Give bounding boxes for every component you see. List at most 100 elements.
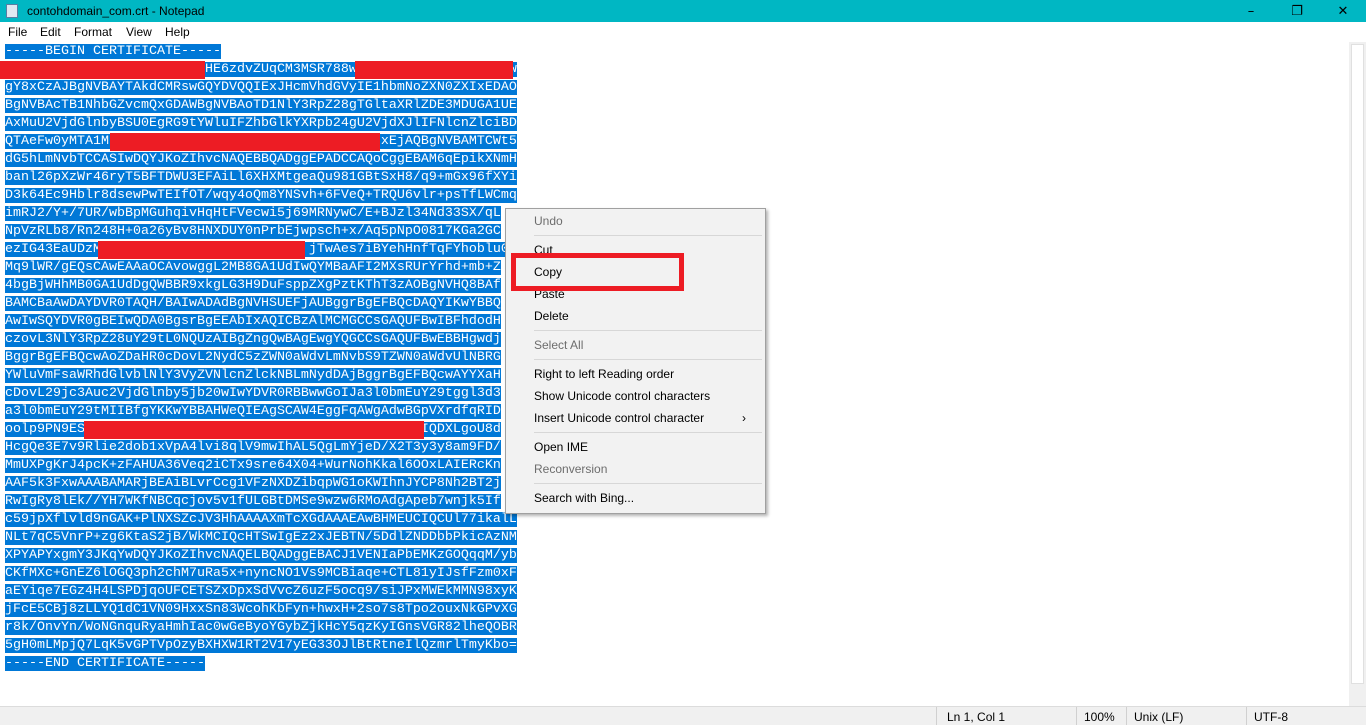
title-bar: contohdomain_com.crt - Notepad – ❐ ✕	[0, 0, 1366, 22]
status-divider	[936, 707, 937, 725]
divider	[534, 359, 762, 360]
selected-text: BgNVBAcTB1NhbGZvcmQxGDAWBgNVBAoTD1NlY3Rp…	[5, 98, 517, 113]
status-divider	[1076, 707, 1077, 725]
selected-text: BAMCBaAwDAYDVR0TAQH/BAIwADAdBgNVHSUEFjAU…	[5, 296, 501, 311]
text-line: BggrBgEFBQcwAoZDaHR0cDovL2NydC5zZWN0aWdv…	[5, 349, 501, 367]
text-line: cDovL29jc3Auc2VjdGlnby5jb20wIwYDVR0RBBww…	[5, 385, 501, 403]
selected-text: banl26pXzWr46ryT5BFTDWU3EFAiLl6XHXMtgeaQ…	[5, 170, 517, 185]
text-line: NLt7qC5VnrP+zg6KtaS2jB/WkMCIQcHTSwIgEz2x…	[5, 529, 517, 547]
menu-item-search-bing[interactable]: Search with Bing...	[534, 488, 634, 508]
selected-text: imRJ2/Y+/7UR/wbBpMGuhqivHqHtFVecwi5j69MR…	[5, 206, 501, 221]
text-line: r8k/OnvYn/WoNGnquRyaHmhIac0wGeByoYGybZjk…	[5, 619, 517, 637]
menu-item-show-unicode[interactable]: Show Unicode control characters	[534, 386, 710, 406]
text-line: 5gH0mLMpjQ7LqK5vGPTVpOzyBXHXW1RT2V17yEG3…	[5, 637, 517, 655]
text-line: a3l0bmEuY29tMIIBfgYKKwYBBAHWeQIEAgSCAW4E…	[5, 403, 501, 421]
menu-item-select-all[interactable]: Select All	[534, 335, 583, 355]
text-line: dG5hLmNvbTCCASIwDQYJKoZIhvcNAQEBBQADggEP…	[5, 151, 517, 169]
text-line: czovL3NlY3RpZ28uY29tL0NQUzAIBgZngQwBAgEw…	[5, 331, 501, 349]
menu-item-label: Insert Unicode control character	[534, 411, 705, 425]
selected-text: aEYiqe7EGz4H4LSPDjqoUFCETSZxDpxSdVvcZ6uz…	[5, 584, 517, 599]
status-divider	[1246, 707, 1247, 725]
text-line: BAMCBaAwDAYDVR0TAQH/BAIwADAdBgNVHSUEFjAU…	[5, 295, 501, 313]
text-line: 4bgBjWHhMB0GA1UdDgQWBBR9xkgLG3H9DuFsppZX…	[5, 277, 501, 295]
menu-help[interactable]: Help	[165, 25, 190, 39]
text-line: BgNVBAcTB1NhbGZvcmQxGDAWBgNVBAoTD1NlY3Rp…	[5, 97, 517, 115]
selected-text: BggrBgEFBQcwAoZDaHR0cDovL2NydC5zZWN0aWdv…	[5, 350, 501, 365]
maximize-button[interactable]: ❐	[1274, 0, 1320, 22]
cursor-position: Ln 1, Col 1	[947, 710, 1006, 724]
window-title: contohdomain_com.crt - Notepad	[27, 4, 205, 18]
menu-item-undo[interactable]: Undo	[534, 211, 563, 231]
selected-text: CKfMXc+GnEZ6lOGQ3ph2chM7uRa5x+nyncNO1Vs9…	[5, 566, 517, 581]
selected-text: RwIgRy8lEk//YH7WKfNBCqcjov5v1fULGBtDMSe9…	[5, 494, 501, 509]
selected-text: -----BEGIN CERTIFICATE-----	[5, 44, 221, 59]
divider	[534, 330, 762, 331]
selected-text: a3l0bmEuY29tMIIBfgYKKwYBBAHWeQIEAgSCAW4E…	[5, 404, 501, 419]
selected-text: AAF5k3FxwAAABAMARjBEAiBLvrCcg1VFzNXDZibq…	[5, 476, 501, 491]
encoding: UTF-8	[1254, 710, 1288, 724]
menu-item-reconversion[interactable]: Reconversion	[534, 459, 607, 479]
copy-highlight-annotation	[511, 253, 684, 291]
text-line: CKfMXc+GnEZ6lOGQ3ph2chM7uRa5x+nyncNO1Vs9…	[5, 565, 517, 583]
menu-item-insert-unicode[interactable]: Insert Unicode control character ›	[534, 408, 756, 428]
text-line: NpVzRLb8/Rn248H+0a26yBv8HNXDUY0nPrbEjwps…	[5, 223, 501, 241]
menu-item-open-ime[interactable]: Open IME	[534, 437, 588, 457]
menu-item-delete[interactable]: Delete	[534, 306, 569, 326]
redaction-bar	[84, 421, 424, 439]
selected-text: cDovL29jc3Auc2VjdGlnby5jb20wIwYDVR0RBBww…	[5, 386, 501, 401]
selected-text: XPYAPYxgmY3JKqYwDQYJKoZIhvcNAQELBQADggEB…	[5, 548, 517, 563]
selected-text: -----END CERTIFICATE-----	[5, 656, 205, 671]
selected-text: 5gH0mLMpjQ7LqK5vGPTVpOzyBXHXW1RT2V17yEG3…	[5, 638, 517, 653]
minimize-button[interactable]: –	[1228, 0, 1274, 22]
selected-text: Mq9lWR/gEQsCAwEAAaOCAvowggL2MB8GA1UdIwQY…	[5, 260, 501, 275]
text-line: jFcE5CBj8zLLYQ1dC1VN09HxxSn83WcohKbFyn+h…	[5, 601, 517, 619]
menu-file[interactable]: File	[8, 25, 27, 39]
redaction-bar	[0, 61, 205, 79]
status-bar: Ln 1, Col 1 100% Unix (LF) UTF-8	[0, 706, 1366, 725]
menu-bar: File Edit Format View Help	[0, 22, 1366, 42]
scrollbar-thumb[interactable]	[1351, 44, 1364, 684]
text-line: AwIwSQYDVR0gBEIwQDA0BgsrBgEEAbIxAQICBzAl…	[5, 313, 501, 331]
text-line: aEYiqe7EGz4H4LSPDjqoUFCETSZxDpxSdVvcZ6uz…	[5, 583, 517, 601]
selected-text: NpVzRLb8/Rn248H+0a26yBv8HNXDUY0nPrbEjwps…	[5, 224, 501, 239]
selected-text: gY8xCzAJBgNVBAYTAkdCMRswGQYDVQQIExJHcmVh…	[5, 80, 517, 95]
chevron-right-icon: ›	[742, 411, 746, 425]
selected-text: NLt7qC5VnrP+zg6KtaS2jB/WkMCIQcHTSwIgEz2x…	[5, 530, 517, 545]
text-line: HcgQe3E7v9Rlie2dob1xVpA4lvi8qlV9mwIhAL5Q…	[5, 439, 501, 457]
close-button[interactable]: ✕	[1320, 0, 1366, 22]
redaction-bar	[98, 241, 305, 259]
text-line: banl26pXzWr46ryT5BFTDWU3EFAiLl6XHXMtgeaQ…	[5, 169, 517, 187]
text-line: -----BEGIN CERTIFICATE-----	[5, 43, 221, 61]
text-line: -----END CERTIFICATE-----	[5, 655, 205, 673]
selected-text: YWluVmFsaWRhdGlvblNlY3VyZVNlcnZlckNBLmNy…	[5, 368, 501, 383]
selected-text: AxMuU2VjdGlnbyBSU0EgRG9tYWluIFZhbGlkYXRp…	[5, 116, 517, 131]
menu-item-rtl-reading-order[interactable]: Right to left Reading order	[534, 364, 674, 384]
selected-text: D3k64Ec9Hblr8dsewPwTEIfOT/wqy4oQm8YNSvh+…	[5, 188, 517, 203]
divider	[534, 483, 762, 484]
text-line: gY8xCzAJBgNVBAYTAkdCMRswGQYDVQQIExJHcmVh…	[5, 79, 517, 97]
text-line: imRJ2/Y+/7UR/wbBpMGuhqivHqHtFVecwi5j69MR…	[5, 205, 501, 223]
menu-edit[interactable]: Edit	[40, 25, 61, 39]
text-line: MmUXPgKrJ4pcK+zFAHUA36Veq2iCTx9sre64X04+…	[5, 457, 501, 475]
menu-view[interactable]: View	[126, 25, 152, 39]
text-line: RwIgRy8lEk//YH7WKfNBCqcjov5v1fULGBtDMSe9…	[5, 493, 501, 511]
selected-text: jFcE5CBj8zLLYQ1dC1VN09HxxSn83WcohKbFyn+h…	[5, 602, 517, 617]
selected-text: r8k/OnvYn/WoNGnquRyaHmhIac0wGeByoYGybZjk…	[5, 620, 517, 635]
redaction-bar	[355, 61, 513, 79]
line-ending: Unix (LF)	[1134, 710, 1184, 724]
selected-text: c59jpXflvld9nGAK+PlNXSZcJV3HhAAAAXmTcXGd…	[5, 512, 517, 527]
text-line: XPYAPYxgmY3JKqYwDQYJKoZIhvcNAQELBQADggEB…	[5, 547, 517, 565]
text-line: Mq9lWR/gEQsCAwEAAaOCAvowggL2MB8GA1UdIwQY…	[5, 259, 501, 277]
text-line: AxMuU2VjdGlnbyBSU0EgRG9tYWluIFZhbGlkYXRp…	[5, 115, 517, 133]
redaction-bar	[110, 133, 380, 151]
text-line: D3k64Ec9Hblr8dsewPwTEIfOT/wqy4oQm8YNSvh+…	[5, 187, 517, 205]
divider	[534, 432, 762, 433]
text-line: AAF5k3FxwAAABAMARjBEAiBLvrCcg1VFzNXDZibq…	[5, 475, 501, 493]
notepad-icon	[6, 4, 18, 18]
selected-text: HcgQe3E7v9Rlie2dob1xVpA4lvi8qlV9mwIhAL5Q…	[5, 440, 501, 455]
menu-format[interactable]: Format	[74, 25, 112, 39]
selected-text: czovL3NlY3RpZ28uY29tL0NQUzAIBgZngQwBAgEw…	[5, 332, 501, 347]
text-line: YWluVmFsaWRhdGlvblNlY3VyZVNlcnZlckNBLmNy…	[5, 367, 501, 385]
selected-text: 4bgBjWHhMB0GA1UdDgQWBBR9xkgLG3H9DuFsppZX…	[5, 278, 501, 293]
status-divider	[1126, 707, 1127, 725]
